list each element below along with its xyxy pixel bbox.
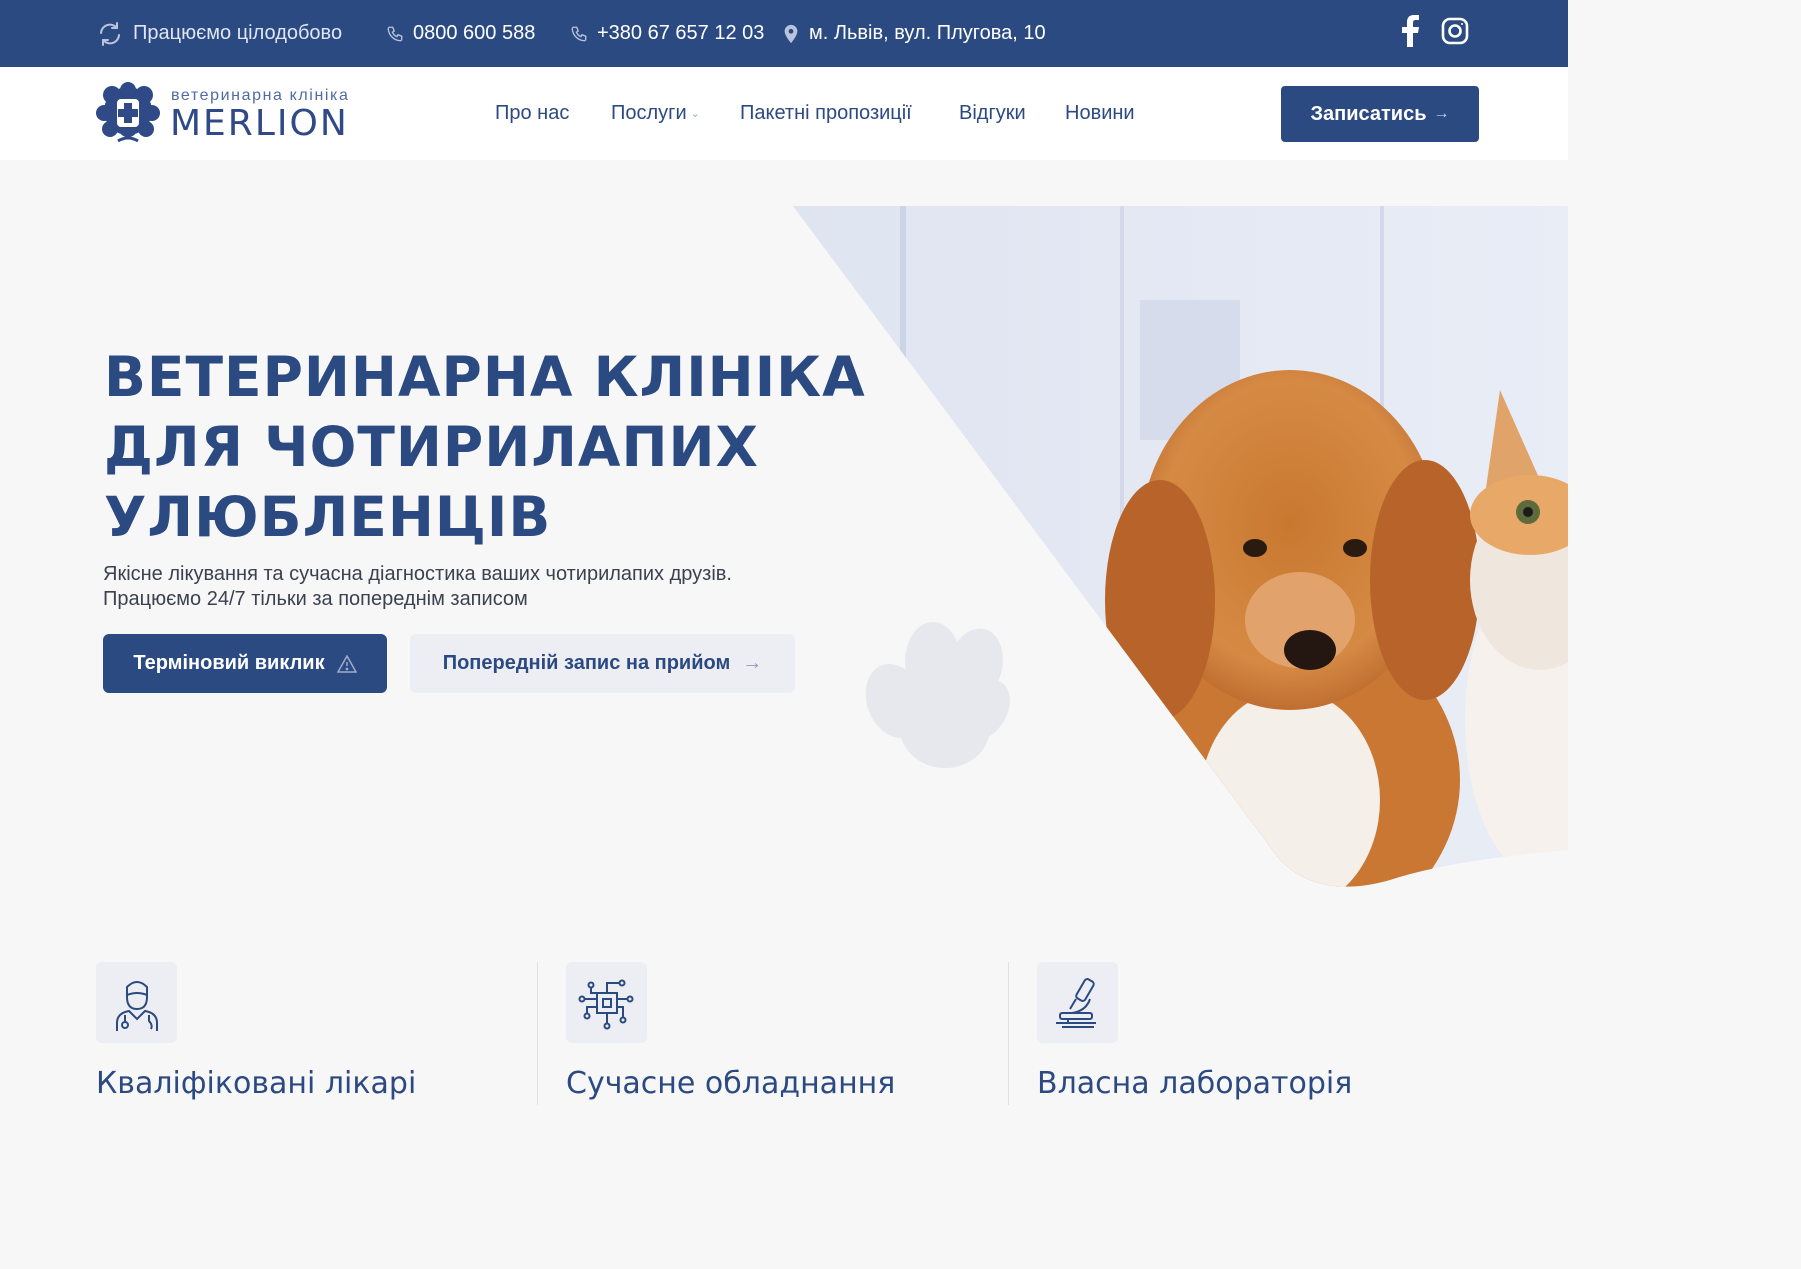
arrow-right-icon: →	[1433, 105, 1450, 122]
nav-item-label[interactable]: Відгуки	[959, 102, 1026, 125]
refresh-icon	[96, 20, 124, 48]
feature-qualified-doctors: Кваліфіковані лікарі	[96, 962, 416, 1101]
hero-title-line: ДЛЯ ЧОТИРИЛАПИХ	[104, 415, 759, 479]
nav-item-about[interactable]: Про нас	[495, 67, 569, 160]
address-link[interactable]: м. Львів, вул. Плугова, 10	[782, 0, 1046, 67]
doctor-icon	[96, 962, 177, 1043]
feature-title: Власна лабораторія	[1037, 1066, 1353, 1101]
feature-divider	[537, 962, 538, 1105]
map-pin-icon	[782, 24, 800, 44]
feature-title: Кваліфіковані лікарі	[96, 1066, 417, 1101]
urgent-call-button[interactable]: Терміновий виклик	[103, 634, 387, 693]
phone-2-text[interactable]: +380 67 657 12 03	[597, 22, 764, 45]
top-bar: Працюємо цілодобово 0800 600 588 +380 67…	[0, 0, 1568, 67]
working-hours: Працюємо цілодобово	[96, 0, 342, 67]
phone-icon	[570, 25, 588, 43]
feature-divider	[1008, 962, 1009, 1105]
phone-link-2[interactable]: +380 67 657 12 03	[570, 0, 764, 67]
instagram-icon[interactable]	[1441, 17, 1469, 45]
facebook-icon[interactable]	[1400, 15, 1420, 47]
hero-subtitle-line: Якісне лікування та сучасна діагностика …	[103, 563, 732, 585]
chevron-down-icon: ⌄	[690, 108, 700, 120]
nav-item-reviews[interactable]: Відгуки	[959, 67, 1026, 160]
booking-button[interactable]: Попередній запис на прийом →	[410, 634, 795, 693]
hero-subtitle-line: Працюємо 24/7 тільки за попереднім запис…	[103, 588, 528, 610]
phone-icon	[386, 25, 404, 43]
hero-title-line: ВЕТЕРИНАРНА КЛІНІКА	[104, 345, 866, 409]
nav-item-label[interactable]: Пакетні пропозиції	[740, 102, 912, 125]
nav-item-label[interactable]: Новини	[1065, 102, 1135, 125]
nav-item-label[interactable]: Послуги	[611, 102, 687, 125]
working-hours-text: Працюємо цілодобово	[133, 22, 343, 44]
hero-subtitle: Якісне лікування та сучасна діагностика …	[103, 562, 732, 612]
arrow-right-icon: →	[742, 652, 763, 674]
hero-title: ВЕТЕРИНАРНА КЛІНІКА ДЛЯ ЧОТИРИЛАПИХ УЛЮБ…	[104, 342, 924, 552]
phone-link-1[interactable]: 0800 600 588	[386, 0, 535, 67]
feature-title: Сучасне обладнання	[566, 1066, 896, 1101]
nav-item-label[interactable]: Про нас	[495, 102, 569, 125]
urgent-call-label[interactable]: Терміновий виклик	[133, 652, 324, 675]
booking-label[interactable]: Попередній запис на прийом	[443, 652, 731, 675]
feature-own-laboratory: Власна лабораторія	[1037, 962, 1352, 1101]
logo-name: MERLION	[170, 103, 349, 144]
feature-modern-equipment: Сучасне обладнання	[566, 962, 895, 1101]
circuit-chip-icon	[566, 962, 647, 1043]
nav-item-services[interactable]: Послуги ⌄	[611, 67, 700, 160]
phone-1-text[interactable]: 0800 600 588	[413, 22, 535, 45]
address-text[interactable]: м. Львів, вул. Плугова, 10	[809, 22, 1046, 45]
signup-button-label[interactable]: Записатись	[1310, 103, 1426, 126]
warning-icon	[336, 654, 357, 673]
signup-button[interactable]: Записатись →	[1281, 86, 1479, 142]
nav-item-packages[interactable]: Пакетні пропозиції	[740, 67, 912, 160]
hero-title-line: УЛЮБЛЕНЦІВ	[104, 485, 552, 549]
microscope-icon	[1037, 962, 1118, 1043]
nav-item-news[interactable]: Новини	[1065, 67, 1135, 160]
